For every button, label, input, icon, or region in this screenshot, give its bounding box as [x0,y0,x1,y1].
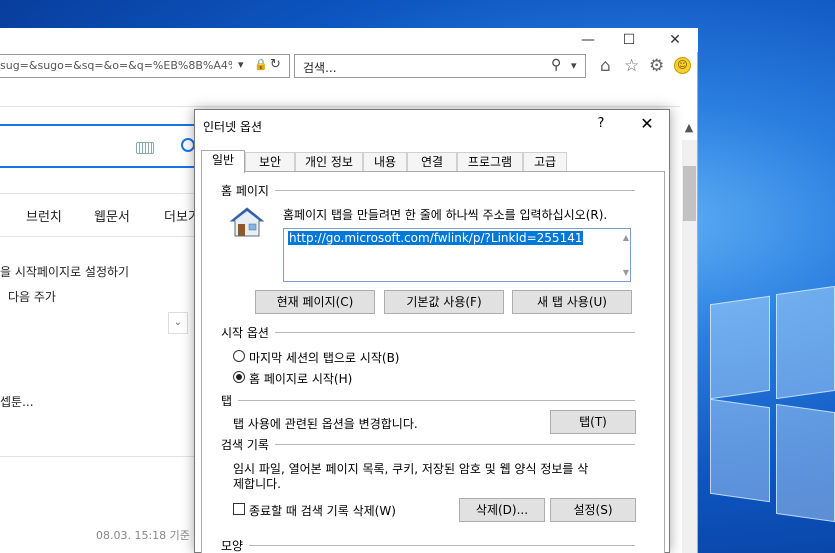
radio-last-session-label[interactable]: 마지막 세션의 탭으로 시작(B) [249,349,399,366]
tabs-section-title: 탭 [221,392,239,409]
dialog-title: 인터넷 옵션 [203,120,263,134]
dialog-close-button[interactable]: ✕ [635,114,659,133]
history-description-line1: 임시 파일, 열어본 페이지 목록, 쿠키, 저장된 암호 및 웹 양식 정보를… [233,462,589,476]
section-divider [223,444,635,445]
radio-last-session[interactable] [233,350,245,362]
close-button[interactable]: ✕ [661,30,689,50]
radio-start-homepage-label[interactable]: 홈 페이지로 시작(H) [249,370,352,387]
use-default-button[interactable]: 기본값 사용(F) [384,290,504,314]
nav-divider [0,236,200,237]
tabs-description: 탭 사용에 관련된 옵션을 변경합니다. [233,417,418,431]
tab-privacy[interactable]: 개인 정보 [295,152,363,172]
search-bar[interactable]: 검색... ⚲ ▾ [294,54,586,78]
address-input[interactable]: sug=&sugo=&sq=&o=&q=%EB%8B%A4% [0,59,232,72]
homepage-url-textarea[interactable]: http://go.microsoft.com/fwlink/p/?LinkId… [283,228,631,282]
browser-titlebar: — ☐ ✕ [0,28,698,52]
windows-logo-pane [710,295,770,400]
windows-logo-pane [776,285,835,400]
section-divider [223,332,635,333]
windows-logo-pane [710,398,770,503]
minimize-button[interactable]: — [574,30,602,50]
star-icon[interactable]: ☆ [624,56,639,76]
homepage-section-title: 홈 페이지 [221,182,275,199]
appearance-section-title: 모양 [221,537,250,553]
homepage-instruction: 홈페이지 탭을 만들려면 한 줄에 하나씩 주소를 입력하십시오(R). [283,208,608,222]
stock-label: 다음 주가 [8,290,56,304]
history-settings-button[interactable]: 설정(S) [550,498,636,522]
maximize-button[interactable]: ☐ [615,30,643,50]
section-divider [223,400,635,401]
nav-divider [0,193,200,194]
homepage-url-value[interactable]: http://go.microsoft.com/fwlink/p/?LinkId… [288,231,584,245]
smiley-icon[interactable]: ☺ [674,57,691,74]
search-icon[interactable] [181,138,195,152]
dropdown-icon[interactable]: ▾ [571,59,577,72]
content-divider [0,456,200,457]
history-section-title: 검색 기록 [221,436,275,453]
keyboard-icon[interactable] [136,142,154,154]
nav-item-brunch[interactable]: 브런치 [26,206,62,225]
gear-icon[interactable]: ⚙ [649,56,664,76]
page-search-box[interactable] [0,124,200,168]
tab-general[interactable]: 일반 [201,150,245,173]
startup-section-title: 시작 옵션 [221,324,275,341]
scroll-up-icon[interactable]: ▲ [681,121,697,139]
search-input[interactable]: 검색... [303,59,337,76]
tab-security[interactable]: 보안 [245,152,295,172]
tab-advanced[interactable]: 고급 [523,152,567,172]
radio-start-homepage[interactable] [233,371,245,383]
timestamp: 08.03. 15:18 기준 [96,529,190,542]
address-bar[interactable]: sug=&sugo=&sq=&o=&q=%EB%8B%A4% ▾ 🔒 ↻ [0,54,290,78]
chevron-down-icon[interactable]: ⌄ [168,312,188,334]
scroll-up-icon[interactable]: ▲ [623,233,629,242]
set-homepage-link[interactable]: 을 시작페이지로 설정하기 [0,263,129,280]
help-button[interactable]: ? [593,116,609,131]
home-icon [229,207,265,237]
refresh-icon[interactable]: ↻ [270,57,281,72]
toolbar-divider [0,106,680,107]
tab-programs[interactable]: 프로그램 [457,152,523,172]
scrollbar-thumb[interactable] [683,166,696,221]
tab-connections[interactable]: 연결 [407,152,457,172]
tab-content[interactable]: 내용 [363,152,407,172]
section-divider [223,190,635,191]
history-description-line2: 제합니다. [233,477,281,491]
use-current-button[interactable]: 현재 페이지(C) [255,290,375,314]
home-icon[interactable]: ⌂ [600,56,611,76]
tabs-settings-button[interactable]: 탭(T) [550,410,636,434]
windows-logo [700,285,835,553]
list-item[interactable]: 셉툰... [0,393,34,410]
dropdown-icon[interactable]: ▾ [238,58,244,71]
delete-history-button[interactable]: 삭제(D)... [459,498,545,522]
lock-icon: 🔒 [254,58,268,71]
section-divider [223,545,635,546]
delete-on-exit-checkbox[interactable] [233,503,245,515]
search-icon[interactable]: ⚲ [551,57,561,73]
scroll-down-icon[interactable]: ▼ [623,268,629,277]
delete-on-exit-label[interactable]: 종료할 때 검색 기록 삭제(W) [249,502,396,519]
nav-item-webdoc[interactable]: 웹문서 [94,206,130,225]
windows-logo-pane [776,403,835,523]
use-new-tab-button[interactable]: 새 탭 사용(U) [512,290,632,314]
internet-options-dialog: 인터넷 옵션 ? ✕ 일반 보안 개인 정보 내용 연결 프로그램 고급 홈 페… [194,109,670,553]
